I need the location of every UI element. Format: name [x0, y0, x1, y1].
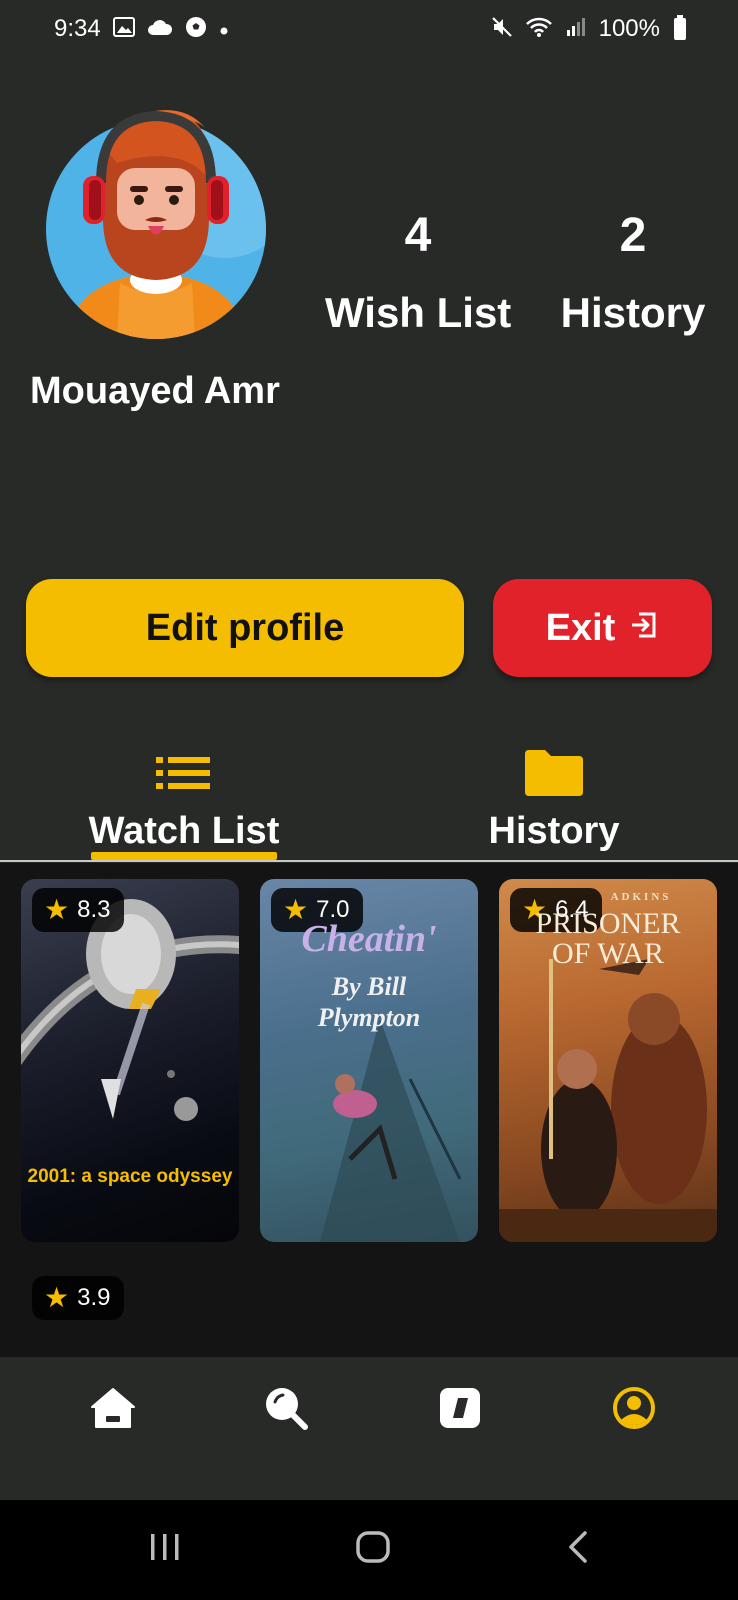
- mute-icon: [491, 16, 513, 43]
- cloud-icon: [147, 17, 173, 41]
- rating-value: 3.9: [77, 1284, 111, 1311]
- list-icon: [156, 744, 212, 802]
- tab-watch-list-label: Watch List: [88, 810, 280, 852]
- rating-badge: ★ 8.3: [32, 888, 125, 932]
- wifi-icon: [525, 16, 553, 43]
- movie-poster[interactable]: ★ 8.3 2001: a space odyssey: [21, 879, 239, 1242]
- search-icon: [266, 1388, 308, 1430]
- rating-value: 8.3: [77, 896, 111, 923]
- nav-home[interactable]: [83, 1378, 143, 1438]
- poster-title: Cheatin': [301, 918, 437, 960]
- nav-profile[interactable]: [604, 1378, 664, 1438]
- poster-title: PRISONER OF WAR: [535, 907, 681, 970]
- back-icon: [569, 1531, 587, 1563]
- poster-top-text: ADKINS: [610, 891, 672, 903]
- rating-badge[interactable]: ★ 3.9: [32, 1276, 125, 1320]
- exit-label: Exit: [545, 606, 616, 649]
- status-time: 9:34: [54, 15, 101, 42]
- tab-history[interactable]: History: [470, 732, 638, 860]
- user-name: Mouayed Amr: [30, 370, 280, 412]
- dot-icon: [219, 17, 229, 41]
- wish-list-label: Wish List: [325, 289, 512, 336]
- avatar[interactable]: [45, 108, 267, 340]
- status-right: 100%: [491, 15, 686, 43]
- home-icon: [91, 1388, 135, 1428]
- history-stat[interactable]: 2 History: [557, 205, 709, 337]
- logout-icon: [629, 607, 659, 650]
- back-button[interactable]: [565, 1530, 591, 1569]
- soccer-ball-icon: [185, 16, 207, 43]
- wish-list-count: 4: [404, 209, 432, 262]
- poster-title: 2001: a space odyssey: [27, 1166, 233, 1187]
- wish-list-stat[interactable]: 4 Wish List: [325, 205, 511, 337]
- movie-poster[interactable]: ★ 6.4 ADKINS PRISONER OF WAR: [499, 879, 717, 1242]
- home-system-button[interactable]: [355, 1530, 391, 1569]
- nav-browse[interactable]: [430, 1378, 490, 1438]
- signal-icon: [565, 16, 587, 43]
- system-navigation-bar: [0, 1500, 738, 1600]
- edit-profile-label: Edit profile: [145, 606, 345, 649]
- tab-history-label: History: [488, 810, 620, 852]
- edit-profile-button[interactable]: Edit profile: [26, 579, 464, 677]
- image-icon: [112, 16, 135, 42]
- nav-search[interactable]: [256, 1378, 316, 1438]
- status-bar: 9:34 100%: [0, 0, 738, 58]
- home-circle-icon: [356, 1531, 390, 1563]
- star-icon: ★: [44, 894, 70, 925]
- folder-icon: [523, 744, 585, 802]
- exit-button[interactable]: Exit: [493, 579, 712, 677]
- battery-icon: [674, 15, 686, 40]
- status-left: 9:34: [54, 15, 229, 43]
- history-label: History: [560, 289, 706, 336]
- recent-apps-button[interactable]: [148, 1530, 182, 1569]
- tab-bar: Watch List History: [0, 732, 738, 862]
- poster-subtitle: By Bill Plympton: [317, 972, 421, 1033]
- history-count: 2: [619, 209, 647, 262]
- tab-watch-list[interactable]: Watch List: [84, 732, 284, 860]
- star-icon: ★: [44, 1282, 70, 1313]
- recent-apps-icon: [151, 1534, 179, 1560]
- movie-poster[interactable]: ★ 7.0 Cheatin' By Bill Plympton: [260, 879, 478, 1242]
- active-tab-indicator: [91, 852, 277, 860]
- bottom-navigation: [22, 1358, 716, 1492]
- browse-icon: [440, 1388, 480, 1428]
- profile-icon: [613, 1387, 655, 1429]
- battery-percent: 100%: [598, 15, 660, 42]
